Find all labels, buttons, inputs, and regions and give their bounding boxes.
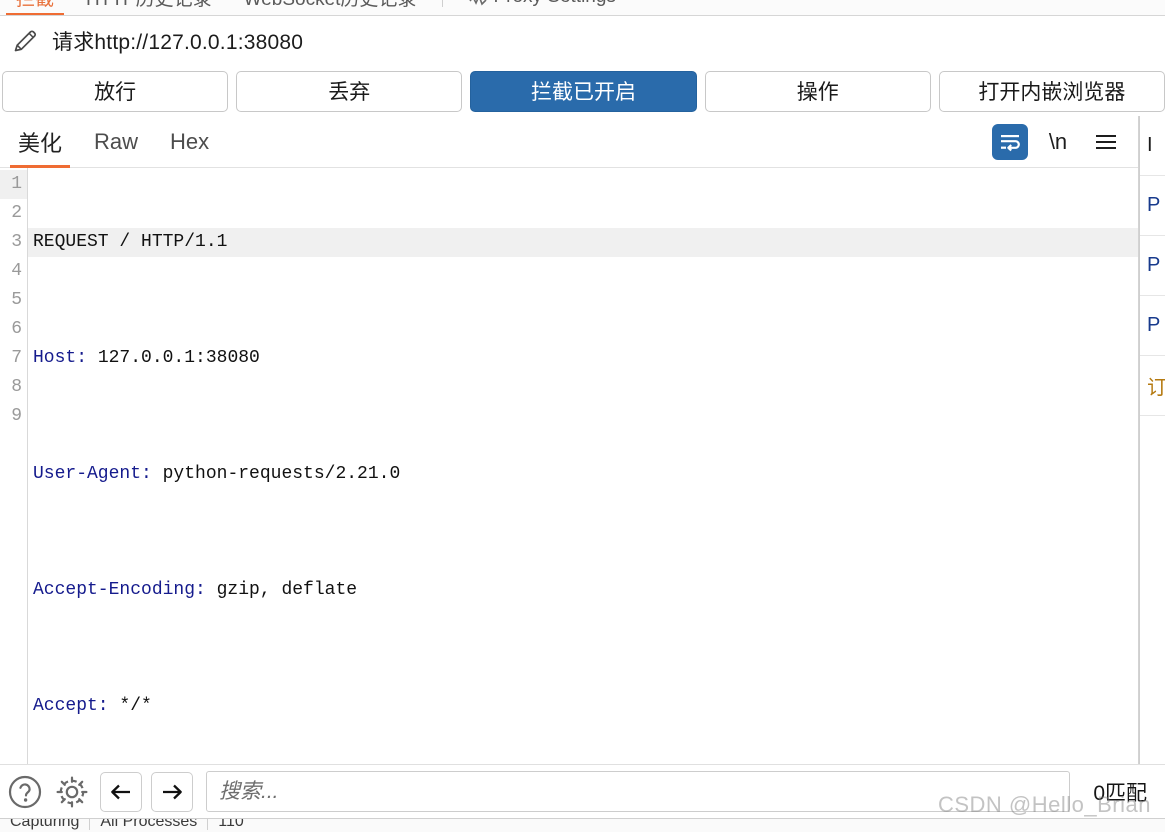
code-line-header: Accept-Encoding: gzip, deflate bbox=[28, 576, 1138, 605]
tab-hex[interactable]: Hex bbox=[156, 116, 223, 168]
rail-list-item[interactable]: P bbox=[1140, 296, 1165, 356]
header-name: Accept-Encoding: bbox=[33, 580, 206, 600]
arrow-right-icon[interactable] bbox=[151, 771, 193, 812]
header-value: 127.0.0.1:38080 bbox=[87, 348, 260, 368]
match-count-label: 0匹配 bbox=[1093, 781, 1147, 805]
top-tab-http-history[interactable]: HTTP历史记录 bbox=[70, 0, 228, 15]
newline-label: \n bbox=[1048, 128, 1068, 154]
word-wrap-icon[interactable] bbox=[992, 123, 1028, 160]
newline-icon[interactable]: \n bbox=[1040, 124, 1076, 160]
settings-sliders-icon bbox=[469, 0, 488, 6]
header-value: python-requests/2.21.0 bbox=[151, 464, 401, 484]
line-number: 9 bbox=[11, 406, 22, 426]
editor-pane: 美化 Raw Hex \n 1 2 3 4 5 6 7 8 9 REQUEST … bbox=[0, 116, 1139, 764]
rail-list-item[interactable]: P bbox=[1140, 236, 1165, 296]
open-embedded-browser-button[interactable]: 打开内嵌浏览器 bbox=[938, 70, 1165, 112]
code-viewer[interactable]: 1 2 3 4 5 6 7 8 9 REQUEST / HTTP/1.1 Hos… bbox=[0, 168, 1138, 764]
forward-button[interactable]: 放行 bbox=[2, 70, 229, 112]
view-tools: \n bbox=[992, 123, 1138, 160]
line-number: 1 bbox=[0, 170, 27, 199]
view-tab-bar: 美化 Raw Hex \n bbox=[0, 116, 1138, 168]
request-method: REQUEST bbox=[33, 232, 109, 252]
top-tab-proxy-settings[interactable]: Proxy Settings bbox=[453, 0, 632, 15]
search-field[interactable] bbox=[206, 771, 1071, 812]
status-bar: Capturing All Processes 110 bbox=[0, 818, 1165, 832]
rail-list-item[interactable]: 订 bbox=[1140, 356, 1165, 416]
header-value: */* bbox=[108, 696, 152, 716]
arrow-left-icon[interactable] bbox=[100, 771, 142, 812]
header-name: User-Agent: bbox=[33, 464, 152, 484]
right-side-panel: I P P P 订 bbox=[1139, 116, 1165, 764]
pencil-edit-icon bbox=[10, 26, 40, 56]
intercept-toggle-button[interactable]: 拦截已开启 bbox=[470, 70, 697, 112]
action-menu-button[interactable]: 操作 bbox=[704, 70, 931, 112]
top-tab-label: Proxy Settings bbox=[493, 0, 616, 8]
code-line-header: Accept: */* bbox=[28, 692, 1138, 721]
drop-button[interactable]: 丢弃 bbox=[236, 70, 463, 112]
code-line-request: REQUEST / HTTP/1.1 bbox=[28, 228, 1138, 257]
line-number: 7 bbox=[11, 348, 22, 368]
top-tab-label: 拦截 bbox=[16, 0, 54, 11]
question-mark-icon[interactable] bbox=[6, 773, 44, 811]
code-line-header: User-Agent: python-requests/2.21.0 bbox=[28, 460, 1138, 489]
line-number: 6 bbox=[11, 319, 22, 339]
page-title: 请求http://127.0.0.1:38080 bbox=[52, 31, 304, 54]
rail-list-item[interactable]: P bbox=[1140, 176, 1165, 236]
search-input[interactable] bbox=[219, 779, 1058, 804]
intercept-window: 拦截 HTTP历史记录 WebSocket历史记录 Proxy Settings bbox=[0, 0, 1165, 832]
tab-raw[interactable]: Raw bbox=[80, 116, 152, 168]
action-button-row: 放行 丢弃 拦截已开启 操作 打开内嵌浏览器 bbox=[0, 66, 1165, 116]
status-processes: All Processes bbox=[100, 818, 198, 830]
request-target: / HTTP/1.1 bbox=[108, 232, 228, 252]
line-number: 2 bbox=[11, 203, 22, 223]
rail-list-item[interactable]: I bbox=[1140, 116, 1165, 176]
header-name: Host: bbox=[33, 348, 88, 368]
header-name: Accept: bbox=[33, 696, 109, 716]
header-value: gzip, deflate bbox=[205, 580, 358, 600]
view-tab-label: Raw bbox=[94, 128, 139, 154]
view-tab-label: 美化 bbox=[18, 130, 63, 156]
tab-pretty[interactable]: 美化 bbox=[4, 116, 76, 168]
top-tab-label: WebSocket历史记录 bbox=[244, 0, 417, 11]
line-number: 3 bbox=[11, 232, 22, 252]
top-tab-label: HTTP历史记录 bbox=[86, 0, 212, 11]
tab-divider bbox=[442, 0, 444, 7]
view-tab-label: Hex bbox=[170, 128, 210, 154]
code-text[interactable]: REQUEST / HTTP/1.1 Host: 127.0.0.1:38080… bbox=[28, 168, 1138, 764]
line-number-gutter: 1 2 3 4 5 6 7 8 9 bbox=[0, 168, 28, 764]
status-count: 110 bbox=[218, 818, 244, 830]
line-number: 5 bbox=[11, 290, 22, 310]
code-line-header: Host: 127.0.0.1:38080 bbox=[28, 344, 1138, 373]
top-tab-bar: 拦截 HTTP历史记录 WebSocket历史记录 Proxy Settings bbox=[0, 0, 1165, 16]
status-capturing: Capturing bbox=[10, 818, 80, 830]
top-tab-intercept[interactable]: 拦截 bbox=[0, 0, 70, 15]
request-title-row: 请求http://127.0.0.1:38080 bbox=[0, 16, 1165, 66]
gear-icon[interactable] bbox=[53, 773, 91, 811]
rail-empty-space bbox=[1140, 416, 1165, 764]
main-content: 美化 Raw Hex \n 1 2 3 4 5 6 7 8 9 REQUEST … bbox=[0, 116, 1165, 764]
top-tab-websocket-history[interactable]: WebSocket历史记录 bbox=[228, 0, 433, 15]
line-number: 8 bbox=[11, 377, 22, 397]
bottom-toolbar: 0匹配 bbox=[0, 764, 1165, 818]
line-number: 4 bbox=[11, 261, 22, 281]
hamburger-menu-icon[interactable] bbox=[1088, 124, 1124, 160]
